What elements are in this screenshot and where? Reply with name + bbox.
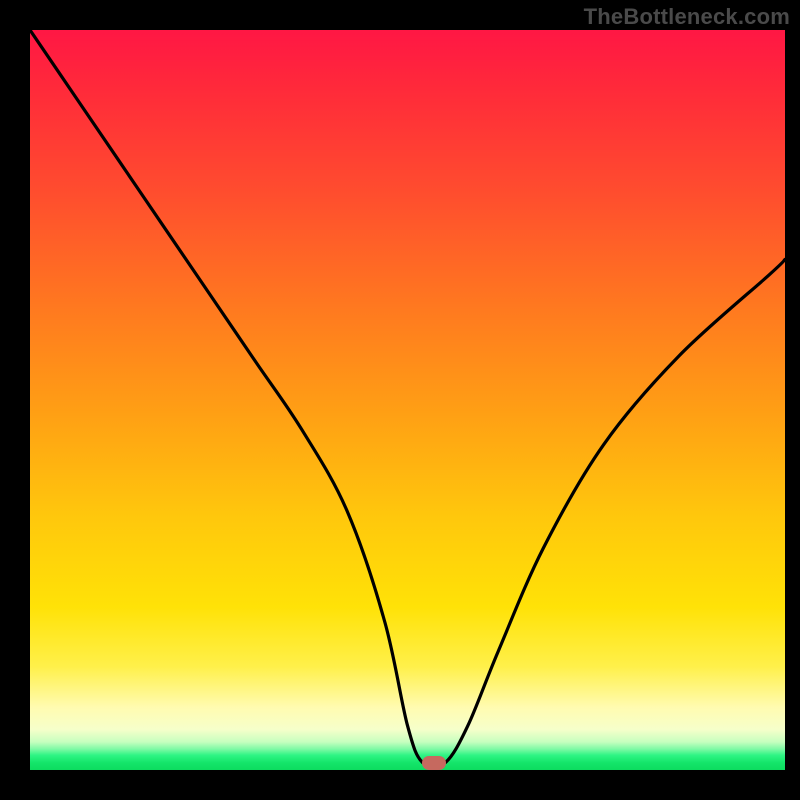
bottleneck-curve bbox=[30, 30, 785, 770]
chart-frame: TheBottleneck.com bbox=[0, 0, 800, 800]
optimal-point-marker bbox=[422, 756, 446, 770]
plot-area bbox=[30, 30, 785, 770]
watermark-text: TheBottleneck.com bbox=[584, 4, 790, 30]
bottleneck-curve-path bbox=[30, 30, 785, 767]
